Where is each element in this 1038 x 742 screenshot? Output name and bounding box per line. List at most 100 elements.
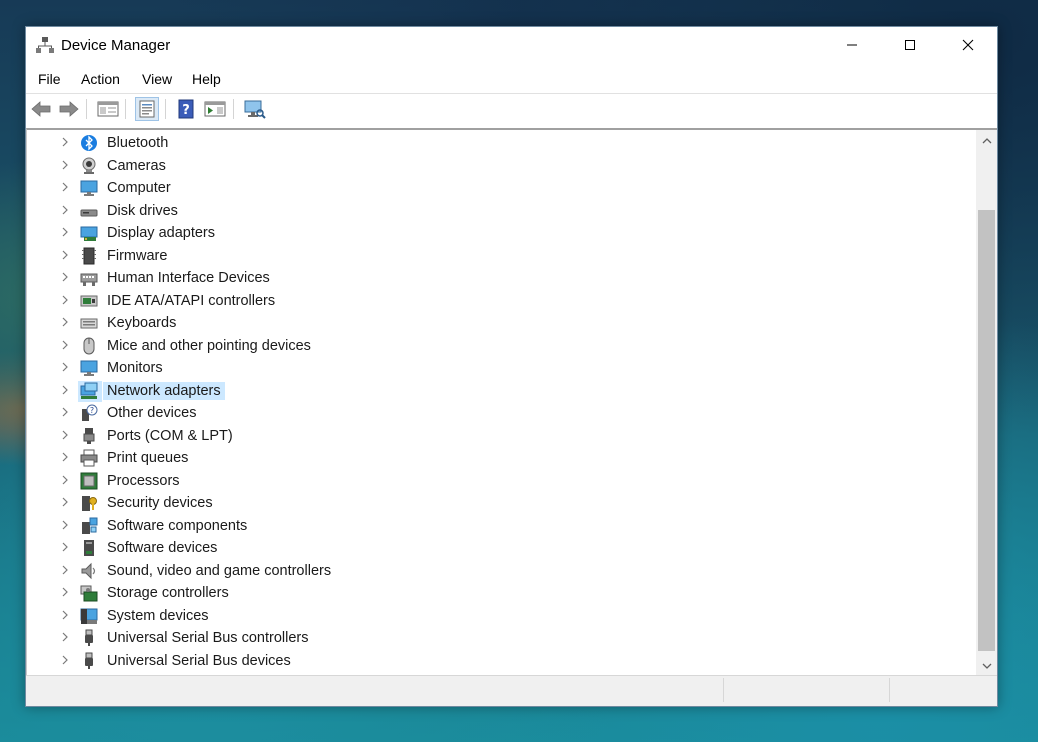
expand-chevron-icon[interactable] [61,226,71,240]
tree-item-firmware[interactable]: Firmware [27,245,975,268]
expand-chevron-icon[interactable] [61,249,71,263]
expand-chevron-icon[interactable] [61,474,71,488]
tree-item-system-devices[interactable]: System devices [27,605,975,628]
tree-item-ide-ata-atapi-controllers[interactable]: IDE ATA/ATAPI controllers [27,290,975,313]
firmware-icon [82,247,96,264]
expand-chevron-icon[interactable] [61,271,71,285]
device-manager-window: Device Manager File Action View Help ? B… [25,26,998,707]
tree-item-computer[interactable]: Computer [27,177,975,200]
expand-chevron-icon[interactable] [61,586,71,600]
scrollbar-thumb[interactable] [978,210,995,651]
tree-item-label: Sound, video and game controllers [107,562,332,579]
expand-chevron-icon[interactable] [61,136,71,150]
expand-chevron-icon[interactable] [61,429,71,443]
close-button[interactable] [939,27,997,63]
tree-item-other-devices[interactable]: ? Other devices [27,402,975,425]
status-bar [26,675,997,706]
toolbar-separator [233,99,234,119]
tree-item-ports-com-lpt[interactable]: Ports (COM & LPT) [27,425,975,448]
tree-item-universal-serial-bus-controllers[interactable]: Universal Serial Bus controllers [27,627,975,650]
chevron-up-icon [982,138,991,144]
expand-chevron-icon[interactable] [61,294,71,308]
tree-item-disk-drives[interactable]: Disk drives [27,200,975,223]
tree-item-mice-and-other-pointing-devices[interactable]: Mice and other pointing devices [27,335,975,358]
tree-item-label: Mice and other pointing devices [107,337,311,354]
close-icon [962,39,974,51]
expand-chevron-icon[interactable] [61,564,71,578]
tree-item-sound-video-and-game-controllers[interactable]: Sound, video and game controllers [27,560,975,583]
maximize-button[interactable] [881,27,939,63]
scroll-down-button[interactable] [976,657,997,675]
help-icon: ? [178,99,194,119]
expand-chevron-icon[interactable] [61,361,71,375]
expand-chevron-icon[interactable] [61,519,71,533]
maximize-icon [905,40,915,50]
tree-item-security-devices[interactable]: Security devices [27,492,975,515]
toolbar-separator [165,99,166,119]
help-button[interactable]: ? [174,97,198,121]
expand-chevron-icon[interactable] [61,384,71,398]
expand-chevron-icon[interactable] [61,654,71,668]
tree-item-print-queues[interactable]: Print queues [27,447,975,470]
tree-item-display-adapters[interactable]: Display adapters [27,222,975,245]
tree-item-bluetooth[interactable]: Bluetooth [27,132,975,155]
expand-chevron-icon[interactable] [61,406,71,420]
tree-item-software-devices[interactable]: Software devices [27,537,975,560]
bluetooth-icon [81,135,97,151]
tree-item-cameras[interactable]: Cameras [27,155,975,178]
tree-item-storage-controllers[interactable]: Storage controllers [27,582,975,605]
tree-item-label: Ports (COM & LPT) [107,427,233,444]
tree-item-label: Firmware [107,247,168,264]
storage-controller-icon [80,585,98,602]
network-adapter-icon [80,382,98,399]
menu-action[interactable]: Action [79,71,122,87]
expand-chevron-icon[interactable] [61,609,71,623]
expand-chevron-icon[interactable] [61,496,71,510]
tree-item-monitors[interactable]: Monitors [27,357,975,380]
back-button[interactable] [29,97,53,121]
security-device-icon [82,496,97,511]
speaker-icon [81,562,96,579]
expand-chevron-icon[interactable] [61,204,71,218]
tree-item-network-adapters[interactable]: Network adapters [27,380,975,403]
expand-chevron-icon[interactable] [61,451,71,465]
tree-item-label: Bluetooth [107,135,169,151]
forward-button[interactable] [57,97,81,121]
scroll-up-button[interactable] [976,132,997,150]
tree-item-label: IDE ATA/ATAPI controllers [107,292,276,309]
expand-chevron-icon[interactable] [61,339,71,353]
show-action-pane-button[interactable] [203,97,227,121]
tree-item-keyboards[interactable]: Keyboards [27,312,975,335]
tree-item-processors[interactable]: Processors [27,470,975,493]
port-icon [83,427,95,444]
tree-item-label: Storage controllers [107,585,229,601]
tree-item-universal-serial-bus-devices[interactable]: Universal Serial Bus devices [27,650,975,673]
scan-hardware-button[interactable] [242,97,266,121]
vertical-scrollbar[interactable] [976,130,997,677]
expand-chevron-icon[interactable] [61,316,71,330]
svg-text:?: ? [182,103,190,118]
title-bar[interactable]: Device Manager [26,27,997,65]
tree-item-label: Print queues [107,450,189,466]
tree-item-label: Human Interface Devices [107,270,270,286]
minimize-button[interactable] [823,27,881,63]
tree-item-human-interface-devices[interactable]: Human Interface Devices [27,267,975,290]
menu-file[interactable]: File [36,71,63,87]
tree-item-label: Network adapters [103,381,225,400]
system-device-icon [80,608,98,624]
show-hide-console-tree-icon [97,101,119,117]
properties-button[interactable] [135,97,159,121]
expand-chevron-icon[interactable] [61,181,71,195]
expand-chevron-icon[interactable] [61,541,71,555]
software-component-icon [82,517,98,534]
expand-chevron-icon[interactable] [61,631,71,645]
expand-chevron-icon[interactable] [61,159,71,173]
device-tree-view[interactable]: Bluetooth Cameras Computer Disk drives Displ… [26,128,997,677]
menu-help[interactable]: Help [190,71,223,87]
tree-item-software-components[interactable]: Software components [27,515,975,538]
show-hide-console-tree-button[interactable] [96,97,120,121]
toolbar: ? [26,93,997,124]
device-manager-app-icon [36,37,54,53]
menu-view[interactable]: View [140,71,174,87]
scan-hardware-icon [244,100,266,119]
